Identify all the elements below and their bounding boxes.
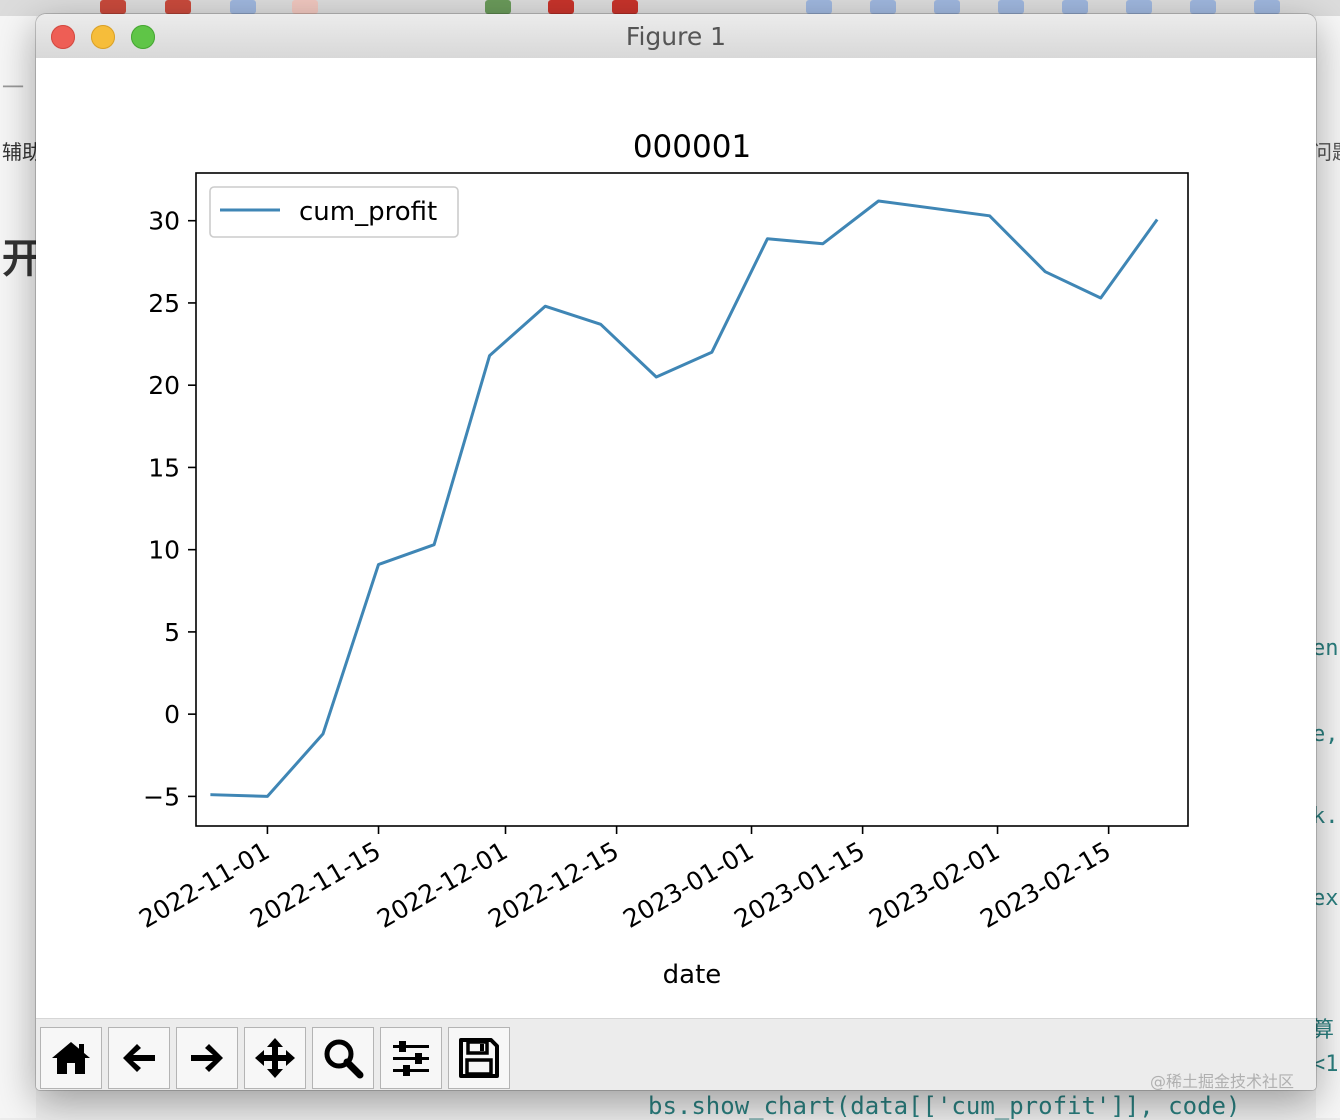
x-axis-label: date (663, 960, 722, 990)
legend-label: cum_profit (299, 197, 437, 227)
magnifier-icon (324, 1039, 364, 1079)
background-left-pane (0, 16, 36, 1118)
y-tick-label: 25 (148, 289, 180, 318)
y-tick-label: 0 (164, 700, 180, 729)
move-icon (255, 1038, 295, 1078)
background-tab (165, 0, 191, 14)
background-tab (100, 0, 126, 14)
zoom-button[interactable] (312, 1027, 374, 1089)
y-tick-label: 5 (164, 618, 180, 647)
y-tick-label: 10 (148, 536, 180, 565)
home-button[interactable] (40, 1027, 102, 1089)
background-text: 问题 (1312, 140, 1340, 164)
background-text: 一 (2, 76, 25, 101)
y-tick-label: 15 (148, 453, 180, 482)
back-button[interactable] (108, 1027, 170, 1089)
background-tab (998, 0, 1024, 14)
forward-button[interactable] (176, 1027, 238, 1089)
y-tick-label: 30 (148, 207, 180, 236)
sliders-icon (393, 1041, 429, 1076)
background-tab (356, 0, 382, 14)
home-icon (52, 1042, 90, 1074)
save-button[interactable] (448, 1027, 510, 1089)
axes-frame (195, 172, 1189, 827)
background-tab (1126, 0, 1152, 14)
background-tab (420, 0, 446, 14)
arrow-right-icon (191, 1044, 223, 1072)
y-tick-label: −5 (143, 782, 180, 811)
navigation-toolbar (36, 1018, 1316, 1090)
background-tab (292, 0, 318, 14)
background-tab (742, 0, 768, 14)
arrow-left-icon (123, 1044, 155, 1072)
background-tab (230, 0, 256, 14)
background-tab (612, 0, 638, 14)
chart-title: 000001 (633, 129, 751, 165)
background-tab (870, 0, 896, 14)
background-tab (1254, 0, 1280, 14)
figure-canvas[interactable]: 000001 −5 0 5 10 15 20 25 30 2022-11-01 2022-11-15… (36, 58, 1316, 1018)
background-tab (934, 0, 960, 14)
series-line-cum_profit (210, 199, 1159, 798)
watermark: @稀土掘金技术社区 (1150, 1072, 1295, 1091)
y-tick-label: 20 (148, 371, 180, 400)
background-tab (1062, 0, 1088, 14)
floppy-disk-icon (459, 1038, 499, 1078)
background-tab (485, 0, 511, 14)
figure-window: Figure 1 000001 −5 0 5 10 15 20 25 30 2022-11-01 2… (36, 14, 1316, 1090)
subplots-button[interactable] (380, 1027, 442, 1089)
background-tab (1190, 0, 1216, 14)
background-right-pane (1316, 16, 1340, 1118)
background-tab (548, 0, 574, 14)
background-tab (806, 0, 832, 14)
background-code-line: bs.show_chart(data[['cum_profit']], code… (648, 1092, 1241, 1120)
pan-button[interactable] (244, 1027, 306, 1089)
line-chart: 000001−50510152025302022-11-012022-11-15… (134, 129, 1189, 990)
